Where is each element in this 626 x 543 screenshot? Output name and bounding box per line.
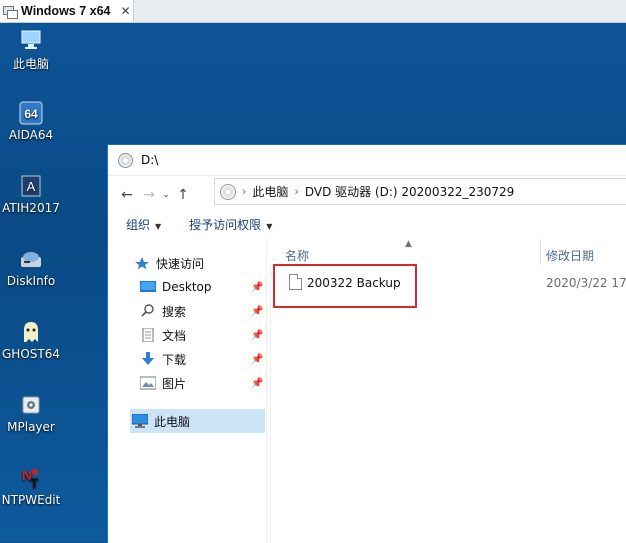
nav-item-label: Desktop <box>162 280 212 294</box>
desktop-icon <box>140 280 156 294</box>
vm-tab[interactable]: Windows 7 x64 ✕ <box>0 0 134 22</box>
nav-item-label: 下载 <box>162 352 187 367</box>
ntpwedit-icon: NT <box>19 466 43 491</box>
address-bar[interactable]: › 此电脑 › DVD 驱动器 (D:) 20200322_230729 <box>214 178 626 205</box>
desktop-icon-aida64[interactable]: 64 AIDA64 <box>0 101 62 142</box>
breadcrumb-this-pc[interactable]: 此电脑 <box>252 183 288 200</box>
desktop-icon-diskinfo[interactable]: DiskInfo <box>0 247 62 288</box>
star-icon <box>134 256 150 270</box>
desktop-icon-label: 此电脑 <box>12 57 49 71</box>
diskinfo-icon <box>19 247 43 271</box>
grant-access-label: 授予访问权限 <box>189 217 262 232</box>
up-button[interactable]: ↑ <box>172 184 194 206</box>
pin-icon[interactable]: 📌 <box>251 306 263 317</box>
mplayer-icon <box>19 393 43 417</box>
dvd-drive-icon <box>220 183 236 200</box>
command-bar: 组织 ▼ 授予访问权限 ▼ <box>108 209 626 239</box>
vm-icon <box>3 4 18 19</box>
organize-button[interactable]: 组织 ▼ <box>126 216 161 233</box>
grant-access-button[interactable]: 授予访问权限 ▼ <box>189 216 272 233</box>
nav-item-label: 搜索 <box>162 304 187 319</box>
caret-down-icon: ▼ <box>266 221 273 231</box>
pin-icon[interactable]: 📌 <box>251 354 263 365</box>
column-header-modified[interactable]: 修改日期 <box>546 247 594 264</box>
sort-ascending-icon: ▲ <box>405 239 412 249</box>
document-icon <box>140 327 156 343</box>
svg-text:T: T <box>30 475 39 490</box>
nav-item-documents[interactable]: 文档 <box>140 324 186 346</box>
nav-this-pc-label: 此电脑 <box>154 414 191 429</box>
nav-item-label: 图片 <box>162 376 187 391</box>
column-header-name[interactable]: 名称 <box>285 247 309 264</box>
file-list-header: ▲ 名称 修改日期 <box>270 239 626 265</box>
computer-icon <box>131 413 149 428</box>
navigation-bar: ← → ⌄ ↑ <box>116 179 194 211</box>
nav-quick-access[interactable]: 快速访问 <box>134 252 204 274</box>
window-title: D:\ <box>141 153 159 167</box>
desktop-icon-label: ATIH2017 <box>2 201 60 215</box>
download-icon <box>140 352 156 366</box>
pin-icon[interactable]: 📌 <box>251 282 263 293</box>
nav-item-pictures[interactable]: 图片 <box>139 372 187 394</box>
explorer-window: D:\ ← → ⌄ ↑ › 此电脑 › DVD 驱动器 (D:) 2020032… <box>107 144 626 543</box>
column-divider[interactable] <box>540 239 541 265</box>
highlight-box <box>273 264 417 308</box>
pane-divider <box>270 265 271 543</box>
desktop-icon-this-pc[interactable]: 此电脑 <box>0 28 62 72</box>
pin-icon[interactable]: 📌 <box>251 330 263 341</box>
organize-label: 组织 <box>126 217 151 232</box>
caret-down-icon: ▼ <box>155 221 162 231</box>
desktop-icon-label: MPlayer <box>7 420 55 434</box>
nav-item-search[interactable]: 搜索 <box>140 300 186 322</box>
dvd-drive-icon <box>118 152 133 168</box>
desktop-icon-label: NTPWEdit <box>1 493 61 507</box>
ghost-icon <box>19 320 43 344</box>
desktop-icon-label: AIDA64 <box>8 128 54 142</box>
back-button[interactable]: ← <box>116 184 138 206</box>
nav-quick-access-label: 快速访问 <box>156 256 205 271</box>
atih-icon: A <box>19 174 43 198</box>
nav-item-label: 文档 <box>162 328 187 343</box>
desktop-icon-mplayer[interactable]: MPlayer <box>0 393 62 434</box>
picture-icon <box>139 376 157 390</box>
recent-locations-button[interactable]: ⌄ <box>160 184 172 206</box>
nav-item-desktop[interactable]: Desktop <box>140 276 212 298</box>
nav-item-downloads[interactable]: 下载 <box>140 348 186 370</box>
nav-item-this-pc[interactable]: 此电脑 <box>131 410 191 432</box>
pin-icon[interactable]: 📌 <box>251 378 263 389</box>
desktop-icon-atih2017[interactable]: A ATIH2017 <box>0 174 62 215</box>
file-modified-date: 2020/3/22 17: <box>546 276 626 290</box>
desktop-icon-label: GHOST64 <box>2 347 60 361</box>
computer-icon <box>19 28 43 52</box>
window-titlebar: D:\ <box>108 145 626 176</box>
forward-button[interactable]: → <box>138 184 160 206</box>
navigation-pane: 快速访问 Desktop 📌 搜索 📌 文档 📌 下载 📌 图片 📌 <box>108 239 267 543</box>
aida64-icon: 64 <box>19 101 43 125</box>
vm-tab-title: Windows 7 x64 <box>21 4 111 18</box>
desktop-icon-ntpwedit[interactable]: NT NTPWEdit <box>0 466 62 507</box>
vm-tab-close-button[interactable]: ✕ <box>121 4 131 18</box>
search-icon <box>140 304 156 318</box>
chevron-right-icon: › <box>242 185 247 198</box>
svg-text:64: 64 <box>24 107 38 121</box>
desktop-icon-ghost64[interactable]: GHOST64 <box>0 320 62 361</box>
svg-text:A: A <box>27 179 36 194</box>
chevron-right-icon: › <box>294 185 299 198</box>
vm-tab-bar: Windows 7 x64 ✕ <box>0 0 626 23</box>
breadcrumb-dvd-drive[interactable]: DVD 驱动器 (D:) 20200322_230729 <box>305 183 514 200</box>
desktop-icon-label: DiskInfo <box>6 274 56 288</box>
